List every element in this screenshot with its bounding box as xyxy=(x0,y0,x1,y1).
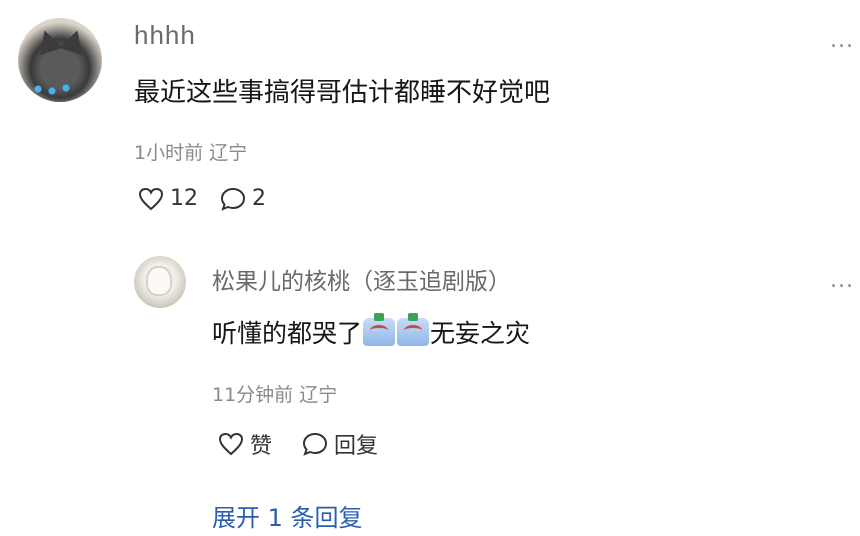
avatar-ear-left xyxy=(33,26,63,56)
comment-thread: hhhh ... 最近这些事搞得哥估计都睡不好觉吧 1小时前 辽宁 12 2 松… xyxy=(0,0,860,536)
reply-username[interactable]: 松果儿的核桃（逐玉追剧版） xyxy=(212,262,511,296)
reply-more-icon[interactable]: ... xyxy=(830,268,854,293)
avatar-ear-right xyxy=(59,26,89,56)
reply-meta: 11分钟前 辽宁 xyxy=(212,380,337,407)
like-count: 12 xyxy=(170,186,198,211)
comment-location: 辽宁 xyxy=(209,142,248,164)
emoji-icon xyxy=(363,313,396,346)
reply-like-label: 赞 xyxy=(250,434,273,459)
reply-avatar[interactable] xyxy=(134,256,186,308)
comment-meta: 1小时前 辽宁 xyxy=(134,138,247,165)
avatar[interactable] xyxy=(18,18,102,102)
reply-text-before: 听懂的都哭了 xyxy=(212,319,363,348)
reply-text: 听懂的都哭了 无妄之灾 xyxy=(212,313,531,350)
comment-time: 1小时前 xyxy=(134,142,204,164)
reply-time: 11分钟前 xyxy=(212,384,294,406)
reply-like-button[interactable]: 赞 xyxy=(218,428,272,460)
comment-text: 最近这些事搞得哥估计都睡不好觉吧 xyxy=(134,78,551,108)
heart-icon xyxy=(138,187,164,210)
emoji-icon xyxy=(397,313,430,346)
comment-actions: 12 2 xyxy=(138,186,266,211)
reply-location: 辽宁 xyxy=(299,384,338,406)
more-icon[interactable]: ... xyxy=(830,28,854,53)
reply-reply-button[interactable]: 回复 xyxy=(302,428,378,460)
comment-bubble-icon xyxy=(220,187,246,211)
heart-icon xyxy=(218,432,244,456)
reply-text-after: 无妄之灾 xyxy=(430,319,531,348)
reply-reply-label: 回复 xyxy=(334,434,379,459)
reply-avatar-image xyxy=(148,268,170,294)
comment-username[interactable]: hhhh xyxy=(134,20,196,51)
expand-replies-link[interactable]: 展开 1 条回复 xyxy=(212,498,363,533)
reply-count-button[interactable]: 2 xyxy=(220,186,266,211)
comment-bubble-icon xyxy=(303,432,328,456)
reply-actions: 赞 回复 xyxy=(218,428,378,460)
like-button[interactable]: 12 xyxy=(138,186,198,211)
avatar-paw-dots xyxy=(32,82,88,96)
reply-count: 2 xyxy=(252,186,266,211)
